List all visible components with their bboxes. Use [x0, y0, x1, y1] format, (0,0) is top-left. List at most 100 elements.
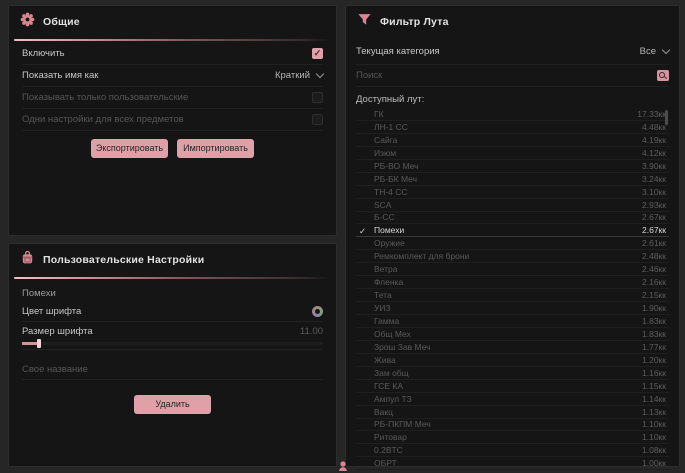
loot-item-value: 3.24кк	[642, 174, 666, 184]
loot-row[interactable]: ✓ Б-СС 2.67кк	[356, 212, 669, 225]
loot-row[interactable]: ✓ Изюм 4.12кк	[356, 147, 669, 160]
loot-item-value: 2.67кк	[642, 212, 666, 222]
only-custom-label: Показывать только пользовательские	[22, 92, 188, 103]
loot-item-value: 1.14кк	[642, 394, 666, 404]
loot-item-name: SCA	[374, 200, 634, 210]
loot-row[interactable]: ✓ ЛН-1 СС 4.48кк	[356, 121, 669, 134]
loot-item-value: 2.61кк	[642, 238, 666, 248]
loot-row[interactable]: ✓ SCA 2.93кк	[356, 199, 669, 212]
loot-item-name: Гамма	[374, 316, 634, 326]
loot-item-name: Ампул ТЗ	[374, 394, 634, 404]
search-icon[interactable]	[657, 70, 669, 81]
color-wheel-icon[interactable]	[312, 306, 323, 317]
font-color-row: Цвет шрифта	[22, 301, 323, 322]
loot-row[interactable]: ✓ РБ-БК Меч 3.24кк	[356, 173, 669, 186]
loot-row[interactable]: ✓ Зам общ 1.16кк	[356, 367, 669, 380]
search-row	[356, 65, 669, 87]
search-input[interactable]	[356, 70, 657, 81]
loot-item-value: 1.10кк	[642, 419, 666, 429]
loot-item-value: 2.67кк	[642, 225, 666, 235]
loot-item-value: 1.15кк	[642, 381, 666, 391]
enable-label: Включить	[22, 48, 65, 59]
chevron-down-icon	[316, 70, 324, 78]
category-row: Текущая категория Все	[356, 39, 669, 65]
loot-row[interactable]: ✓ Сайга 4.19кк	[356, 134, 669, 147]
same-settings-label: Одни настройки для всех предметов	[22, 114, 184, 125]
loot-row[interactable]: ✓ Гамма 1.83кк	[356, 315, 669, 328]
slider-thumb[interactable]	[37, 339, 41, 348]
loot-row[interactable]: ✓ ОБРТ 1.00кк	[356, 457, 669, 470]
loot-row[interactable]: ✓ Тета 2.15кк	[356, 289, 669, 302]
loot-row[interactable]: ✓ ГК 17.33кк	[356, 108, 669, 121]
loot-row[interactable]: ✓ ГСЕ КА 1.15кк	[356, 380, 669, 393]
delete-button[interactable]: Удалить	[134, 395, 211, 414]
loot-item-name: Б-СС	[374, 212, 634, 222]
loot-row[interactable]: ✓ Зрош Зав Меч 1.77кк	[356, 341, 669, 354]
loot-item-name: Ремкомплект для брони	[374, 251, 634, 261]
selected-item-name: Помехи	[22, 288, 323, 299]
font-color-label: Цвет шрифта	[22, 306, 81, 317]
custom-settings-title: Пользовательские Настройки	[43, 254, 204, 266]
list-scrollbar-thumb[interactable]	[665, 110, 668, 125]
loot-row[interactable]: ✓ Фленка 2.16кк	[356, 276, 669, 289]
loot-list-label: Доступный лут:	[356, 94, 669, 105]
font-size-value: 11.00	[300, 326, 323, 337]
loot-row[interactable]: ✓ Жива 1.20кк	[356, 354, 669, 367]
loot-item-name: Общ Мех	[374, 329, 634, 339]
chevron-down-icon	[662, 46, 670, 54]
funnel-icon	[357, 12, 372, 32]
loot-item-value: 2.48кк	[642, 251, 666, 261]
loot-item-value: 1.00кк	[642, 458, 666, 468]
category-select[interactable]: Все	[640, 46, 669, 57]
loot-item-value: 1.83кк	[642, 316, 666, 326]
loot-row[interactable]: ✓ Ремкомплект для брони 2.48кк	[356, 250, 669, 263]
backpack-icon	[20, 250, 35, 270]
loot-row[interactable]: ✓ УИЗ 1.90кк	[356, 302, 669, 315]
loot-row[interactable]: ✓ Помехи 2.67кк	[356, 224, 669, 237]
loot-item-name: ГК	[374, 109, 629, 119]
loot-row[interactable]: ✓ Вакц 1.13кк	[356, 406, 669, 419]
loot-item-value: 2.15кк	[642, 290, 666, 300]
same-settings-checkbox[interactable]	[312, 114, 323, 125]
name-mode-row: Показать имя как Краткий	[22, 65, 323, 87]
loot-row[interactable]: ✓ РБ-ВО Меч 3.90кк	[356, 160, 669, 173]
export-button[interactable]: Экспортировать	[91, 139, 168, 158]
enable-row: Включить ✓	[22, 43, 323, 65]
slider-track	[22, 342, 323, 345]
loot-item-name: УИЗ	[374, 303, 634, 313]
loot-row[interactable]: ✓ Ритовар 1.10кк	[356, 431, 669, 444]
general-panel: Общие Включить ✓ Показать имя как Кратки…	[8, 5, 337, 236]
loot-row[interactable]: ✓ Общ Мех 1.83кк	[356, 328, 669, 341]
loot-item-name: Тета	[374, 290, 634, 300]
check-icon: ✓	[359, 225, 366, 237]
loot-row[interactable]: ✓ Ампул ТЗ 1.14кк	[356, 393, 669, 406]
loot-item-name: Зрош Зав Меч	[374, 342, 634, 352]
same-settings-row: Одни настройки для всех предметов	[22, 109, 323, 131]
custom-name-input[interactable]	[22, 364, 323, 375]
name-mode-select[interactable]: Краткий	[275, 70, 323, 81]
loot-item-name: Зам общ	[374, 368, 634, 378]
loot-row[interactable]: ✓ ТН-4 СС 3.10кк	[356, 186, 669, 199]
loot-item-value: 3.10кк	[642, 187, 666, 197]
loot-item-name: Вакц	[374, 407, 634, 417]
loot-item-value: 1.08кк	[642, 445, 666, 455]
font-size-slider[interactable]	[22, 340, 323, 350]
loot-row[interactable]: ✓ 0.2BTC 1.08кк	[356, 444, 669, 457]
panel-divider	[14, 277, 331, 279]
enable-checkbox[interactable]: ✓	[312, 48, 323, 59]
loot-item-value: 4.19кк	[642, 135, 666, 145]
loot-row[interactable]: ✓ Оружие 2.61кк	[356, 237, 669, 250]
loot-row[interactable]: ✓ РБ-ПКПМ Меч 1.10кк	[356, 419, 669, 432]
loot-item-value: 1.13кк	[642, 407, 666, 417]
only-custom-row: Показывать только пользовательские	[22, 87, 323, 109]
category-value: Все	[640, 46, 656, 57]
loot-list: ✓ ГК 17.33кк ✓ ЛН-1 СС 4.48кк	[356, 108, 669, 470]
loot-row[interactable]: ✓ Ветра 2.46кк	[356, 263, 669, 276]
only-custom-checkbox[interactable]	[312, 92, 323, 103]
drag-handle-icon[interactable]	[337, 459, 349, 471]
loot-item-value: 2.93кк	[642, 200, 666, 210]
import-button[interactable]: Импортировать	[177, 139, 254, 158]
loot-item-value: 1.83кк	[642, 329, 666, 339]
loot-item-name: Ветра	[374, 264, 634, 274]
loot-filter-panel: Фильтр Лута Текущая категория Все	[345, 5, 680, 467]
